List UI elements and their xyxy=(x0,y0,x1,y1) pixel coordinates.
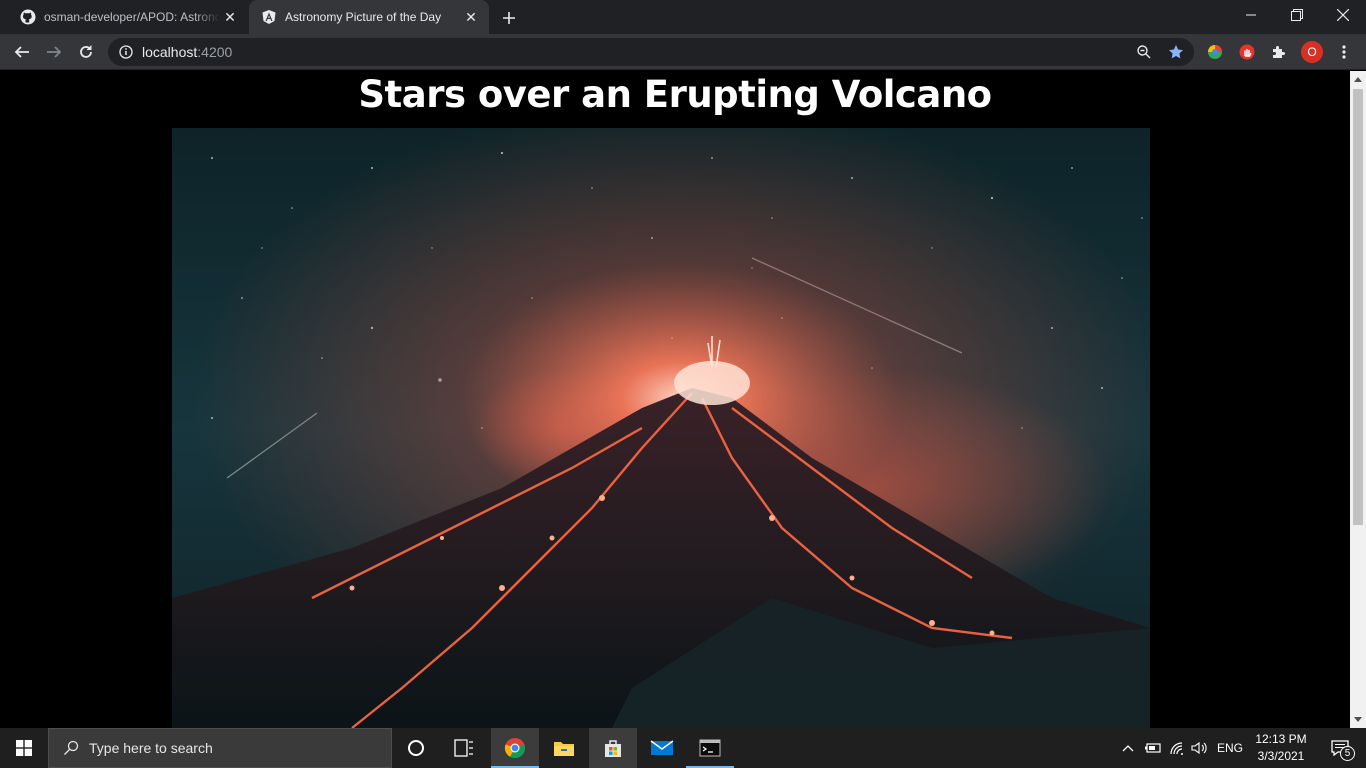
wifi-icon[interactable] xyxy=(1166,728,1188,768)
profile-avatar[interactable]: O xyxy=(1301,41,1323,63)
chrome-icon[interactable] xyxy=(491,728,539,768)
start-button[interactable] xyxy=(0,728,48,768)
browser-toolbar: localhost:4200 O xyxy=(0,34,1366,70)
page-viewport: Stars over an Erupting Volcano xyxy=(0,71,1350,728)
scroll-down-icon[interactable] xyxy=(1354,717,1362,722)
apod-image xyxy=(172,128,1150,728)
battery-icon[interactable] xyxy=(1142,728,1164,768)
clock-date: 3/3/2021 xyxy=(1257,749,1305,763)
extension-hand-icon[interactable] xyxy=(1237,42,1257,62)
system-clock[interactable]: 12:13 PM 3/3/2021 xyxy=(1248,728,1314,768)
search-placeholder: Type here to search xyxy=(89,740,213,756)
url-port: :4200 xyxy=(197,44,233,60)
back-button[interactable] xyxy=(8,38,36,66)
microsoft-store-icon[interactable] xyxy=(589,728,637,768)
file-explorer-icon[interactable] xyxy=(540,728,588,768)
restore-button[interactable] xyxy=(1274,0,1320,30)
action-center-button[interactable]: 5 xyxy=(1320,728,1360,768)
extension-colorful-icon[interactable] xyxy=(1205,42,1225,62)
url-text: localhost:4200 xyxy=(142,44,232,60)
reload-button[interactable] xyxy=(72,38,100,66)
volume-icon[interactable] xyxy=(1189,728,1211,768)
address-bar[interactable]: localhost:4200 xyxy=(108,38,1194,66)
github-icon xyxy=(20,9,36,25)
tab-github[interactable]: osman-developer/APOD: Astronomy Picture … xyxy=(8,0,248,34)
page-scrollbar[interactable] xyxy=(1350,71,1366,728)
close-icon[interactable]: ✕ xyxy=(220,7,240,27)
tab-title: Astronomy Picture of the Day xyxy=(285,10,442,24)
task-view-icon[interactable] xyxy=(440,728,488,768)
terminal-icon[interactable] xyxy=(686,728,734,768)
bookmark-star-icon[interactable] xyxy=(1168,44,1184,60)
scroll-up-icon[interactable] xyxy=(1354,77,1362,82)
language-indicator[interactable]: ENG xyxy=(1213,728,1247,768)
mail-icon[interactable] xyxy=(638,728,686,768)
clock-time: 12:13 PM xyxy=(1255,732,1307,746)
scroll-thumb[interactable] xyxy=(1353,89,1363,525)
menu-kebab-icon[interactable] xyxy=(1334,42,1354,62)
url-host: localhost xyxy=(142,44,198,60)
close-window-button[interactable] xyxy=(1320,0,1366,30)
zoom-icon[interactable] xyxy=(1136,44,1152,60)
angular-icon xyxy=(261,9,277,25)
page-title: Stars over an Erupting Volcano xyxy=(358,73,992,116)
tab-apod[interactable]: Astronomy Picture of the Day ✕ xyxy=(249,0,489,34)
info-icon[interactable] xyxy=(118,44,134,60)
tab-title: osman-developer/APOD: Astronomy Picture … xyxy=(44,10,220,24)
new-tab-button[interactable] xyxy=(498,7,520,29)
extensions-puzzle-icon[interactable] xyxy=(1269,42,1289,62)
close-icon[interactable]: ✕ xyxy=(461,7,481,27)
taskbar-search-box[interactable]: Type here to search xyxy=(48,728,392,768)
cortana-icon[interactable] xyxy=(392,728,440,768)
browser-title-bar: osman-developer/APOD: Astronomy Picture … xyxy=(0,0,1366,34)
forward-button[interactable] xyxy=(40,38,68,66)
notification-count-badge: 5 xyxy=(1340,746,1355,761)
search-icon xyxy=(61,738,81,758)
minimize-button[interactable] xyxy=(1228,0,1274,30)
show-hidden-icons-icon[interactable] xyxy=(1118,728,1138,768)
windows-taskbar: Type here to search ENG 12:13 PM 3/3/202… xyxy=(0,728,1366,768)
